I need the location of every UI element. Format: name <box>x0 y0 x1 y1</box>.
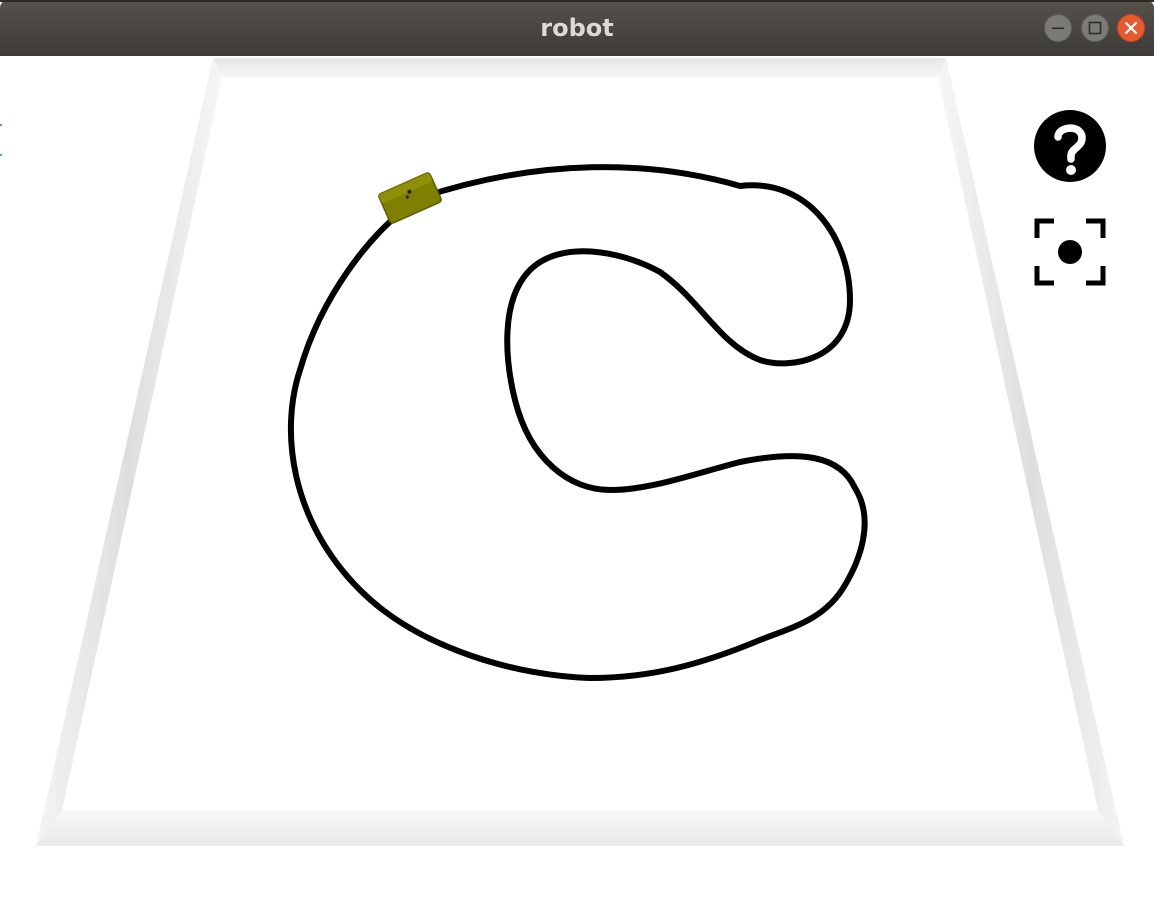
app-window: robot <box>0 0 1154 920</box>
title-bar[interactable]: robot <box>0 0 1154 56</box>
3d-viewport[interactable] <box>0 56 1154 920</box>
arena-floor <box>62 78 1098 810</box>
focus-target-icon <box>1034 218 1106 286</box>
maximize-button[interactable] <box>1081 14 1109 42</box>
focus-button[interactable] <box>1034 218 1106 286</box>
close-button[interactable] <box>1117 14 1145 42</box>
arena-wall-top <box>213 58 946 78</box>
minimize-button[interactable] <box>1044 14 1072 42</box>
scene-render <box>36 58 1124 846</box>
arena-wall-bottom <box>36 810 1124 846</box>
question-mark-icon <box>1034 110 1106 182</box>
help-button[interactable] <box>1032 108 1108 184</box>
close-icon <box>1124 21 1138 35</box>
minimize-icon <box>1052 27 1064 30</box>
window-title: robot <box>540 14 614 42</box>
maximize-icon <box>1088 21 1102 35</box>
